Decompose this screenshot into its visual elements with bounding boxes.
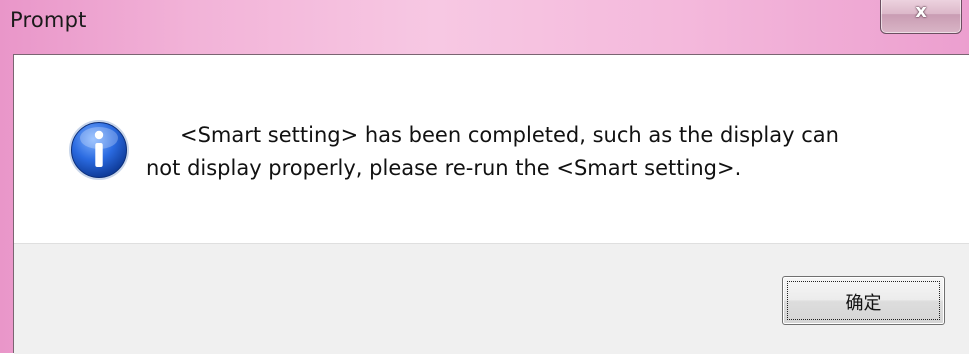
- dialog-message: <Smart setting> has been completed, such…: [146, 119, 946, 185]
- close-icon: x: [915, 1, 927, 22]
- close-button[interactable]: x: [880, 0, 962, 34]
- message-line-2: not display properly, please re-run the …: [146, 156, 742, 180]
- message-line-1: <Smart setting> has been completed, such…: [180, 123, 839, 147]
- window-title: Prompt: [10, 8, 87, 32]
- ok-button[interactable]: 确定: [782, 276, 945, 325]
- button-bar: 确定: [14, 243, 969, 354]
- ok-button-label: 确定: [845, 293, 882, 314]
- dialog-client-area: <Smart setting> has been completed, such…: [13, 54, 969, 354]
- message-area: <Smart setting> has been completed, such…: [14, 55, 969, 243]
- dialog-window: Prompt x <Smart setting> has been comple…: [0, 0, 969, 354]
- info-icon: [69, 120, 129, 180]
